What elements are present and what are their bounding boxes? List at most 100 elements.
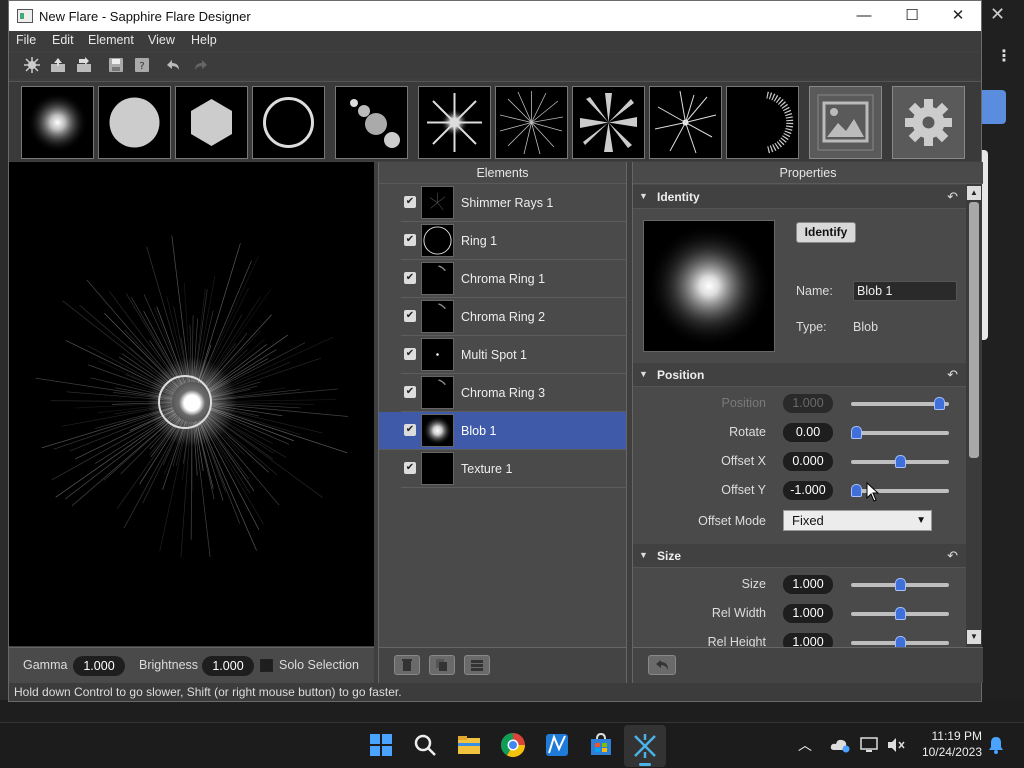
slider-knob[interactable] [851, 484, 862, 497]
property-slider[interactable] [851, 578, 949, 591]
property-label: Rel Width [711, 606, 766, 620]
property-slider[interactable] [851, 607, 949, 620]
identity-section-header[interactable]: ▼ Identity ↶ [633, 185, 966, 209]
element-row[interactable]: ✔ Ring 1 [401, 222, 627, 260]
streak-rays-preset[interactable] [649, 86, 722, 159]
search-icon[interactable] [411, 731, 439, 759]
gamma-input[interactable]: 1.000 [73, 656, 125, 676]
name-field[interactable]: Blob 1 [853, 281, 957, 301]
file-explorer-icon[interactable] [455, 731, 483, 759]
element-visibility-checkbox[interactable]: ✔ [404, 462, 416, 474]
reset-identity-icon[interactable]: ↶ [947, 189, 958, 205]
preset-bar [9, 81, 981, 161]
slider-knob[interactable] [894, 607, 906, 620]
brightness-input[interactable]: 1.000 [202, 656, 254, 676]
reset-size-icon[interactable]: ↶ [947, 548, 958, 564]
multi-spot-preset[interactable] [335, 86, 408, 159]
property-slider[interactable] [851, 426, 949, 439]
undo-icon[interactable] [165, 57, 181, 73]
property-value-input[interactable]: 1.000 [783, 604, 833, 623]
element-visibility-checkbox[interactable]: ✔ [404, 386, 416, 398]
property-value-input[interactable]: -1.000 [783, 481, 833, 500]
reset-position-icon[interactable]: ↶ [947, 367, 958, 383]
property-slider[interactable] [851, 636, 949, 649]
dropdown-arrow-icon: ▼ [916, 515, 926, 526]
element-row[interactable]: ✔ Texture 1 [401, 450, 627, 488]
property-slider[interactable] [851, 455, 949, 468]
delete-element-button[interactable] [394, 655, 420, 675]
slider-knob[interactable] [894, 578, 906, 591]
element-row[interactable]: ✔ Blob 1 [379, 412, 626, 450]
element-row[interactable]: ✔ Chroma Ring 3 [401, 374, 627, 412]
texture-preset[interactable] [809, 86, 882, 159]
property-slider[interactable] [851, 397, 949, 410]
chrome-icon[interactable] [499, 731, 527, 759]
clock-date[interactable]: 10/24/2023 [912, 745, 982, 759]
shimmer-rays-preset[interactable] [495, 86, 568, 159]
tray-expand-icon[interactable]: ︿ [798, 735, 812, 755]
close-button[interactable]: ✕ [935, 5, 981, 27]
element-row[interactable]: ✔ Multi Spot 1 [401, 336, 627, 374]
save-as-icon[interactable]: ? [134, 57, 150, 73]
position-section-header[interactable]: ▼ Position ↶ [633, 363, 966, 387]
element-row[interactable]: ✔ Chroma Ring 2 [401, 298, 627, 336]
save-icon[interactable] [108, 57, 124, 73]
settings-preset[interactable] [892, 86, 965, 159]
menu-file[interactable]: File [16, 33, 36, 47]
element-row[interactable]: ✔ Shimmer Rays 1 [401, 184, 627, 222]
element-visibility-checkbox[interactable]: ✔ [404, 272, 416, 284]
volume-muted-icon[interactable] [886, 737, 906, 753]
menu-view[interactable]: View [148, 33, 175, 47]
hexagon-preset[interactable] [175, 86, 248, 159]
slider-knob[interactable] [894, 455, 906, 468]
menu-edit[interactable]: Edit [52, 33, 74, 47]
flare-preview-canvas[interactable] [9, 162, 374, 646]
new-flare-icon[interactable] [24, 57, 40, 73]
display-icon[interactable] [860, 737, 878, 753]
element-visibility-checkbox[interactable]: ✔ [404, 196, 416, 208]
property-value-input[interactable]: 0.000 [783, 452, 833, 471]
chroma-ring-preset[interactable] [726, 86, 799, 159]
menu-element[interactable]: Element [88, 33, 134, 47]
sapphire-icon[interactable] [543, 731, 571, 759]
property-value-input[interactable]: 0.00 [783, 423, 833, 442]
flare-designer-icon [634, 734, 656, 758]
element-visibility-checkbox[interactable]: ✔ [404, 234, 416, 246]
clock-time[interactable]: 11:19 PM [920, 729, 982, 743]
property-value-input[interactable]: 1.000 [783, 575, 833, 594]
glow-preset[interactable] [21, 86, 94, 159]
menu-help[interactable]: Help [191, 33, 217, 47]
properties-scrollbar[interactable]: ▲ ▼ [966, 184, 982, 648]
ring-preset[interactable] [252, 86, 325, 159]
offset-mode-select[interactable]: Fixed ▼ [783, 510, 932, 531]
duplicate-element-button[interactable] [429, 655, 455, 675]
redo-icon[interactable] [193, 57, 209, 73]
blob-preset[interactable] [98, 86, 171, 159]
element-visibility-checkbox[interactable]: ✔ [404, 424, 416, 436]
notification-bell-icon[interactable] [988, 736, 1004, 754]
element-visibility-checkbox[interactable]: ✔ [404, 310, 416, 322]
import-icon[interactable] [76, 57, 92, 73]
maximize-button[interactable]: ☐ [889, 5, 935, 27]
scroll-up-arrow-icon[interactable]: ▲ [967, 186, 981, 200]
export-icon[interactable] [50, 57, 66, 73]
element-row[interactable]: ✔ Chroma Ring 1 [401, 260, 627, 298]
scroll-down-arrow-icon[interactable]: ▼ [967, 630, 981, 644]
solo-selection-checkbox[interactable] [260, 659, 273, 672]
store-icon[interactable] [587, 731, 615, 759]
group-element-button[interactable] [464, 655, 490, 675]
slider-knob[interactable] [851, 426, 862, 439]
property-label: Position [721, 396, 766, 410]
spikes-preset[interactable] [572, 86, 645, 159]
flare-designer-taskbar-button[interactable] [624, 725, 666, 767]
size-section-header[interactable]: ▼ Size ↶ [633, 544, 966, 568]
onedrive-icon[interactable] [830, 737, 850, 753]
windows-start-icon[interactable] [367, 731, 395, 759]
slider-knob[interactable] [933, 397, 945, 410]
star-preset[interactable] [418, 86, 491, 159]
scrollbar-thumb[interactable] [969, 202, 979, 458]
undo-properties-button[interactable] [648, 655, 676, 675]
minimize-button[interactable]: — [841, 5, 887, 27]
element-visibility-checkbox[interactable]: ✔ [404, 348, 416, 360]
identify-button[interactable]: Identify [796, 222, 856, 243]
